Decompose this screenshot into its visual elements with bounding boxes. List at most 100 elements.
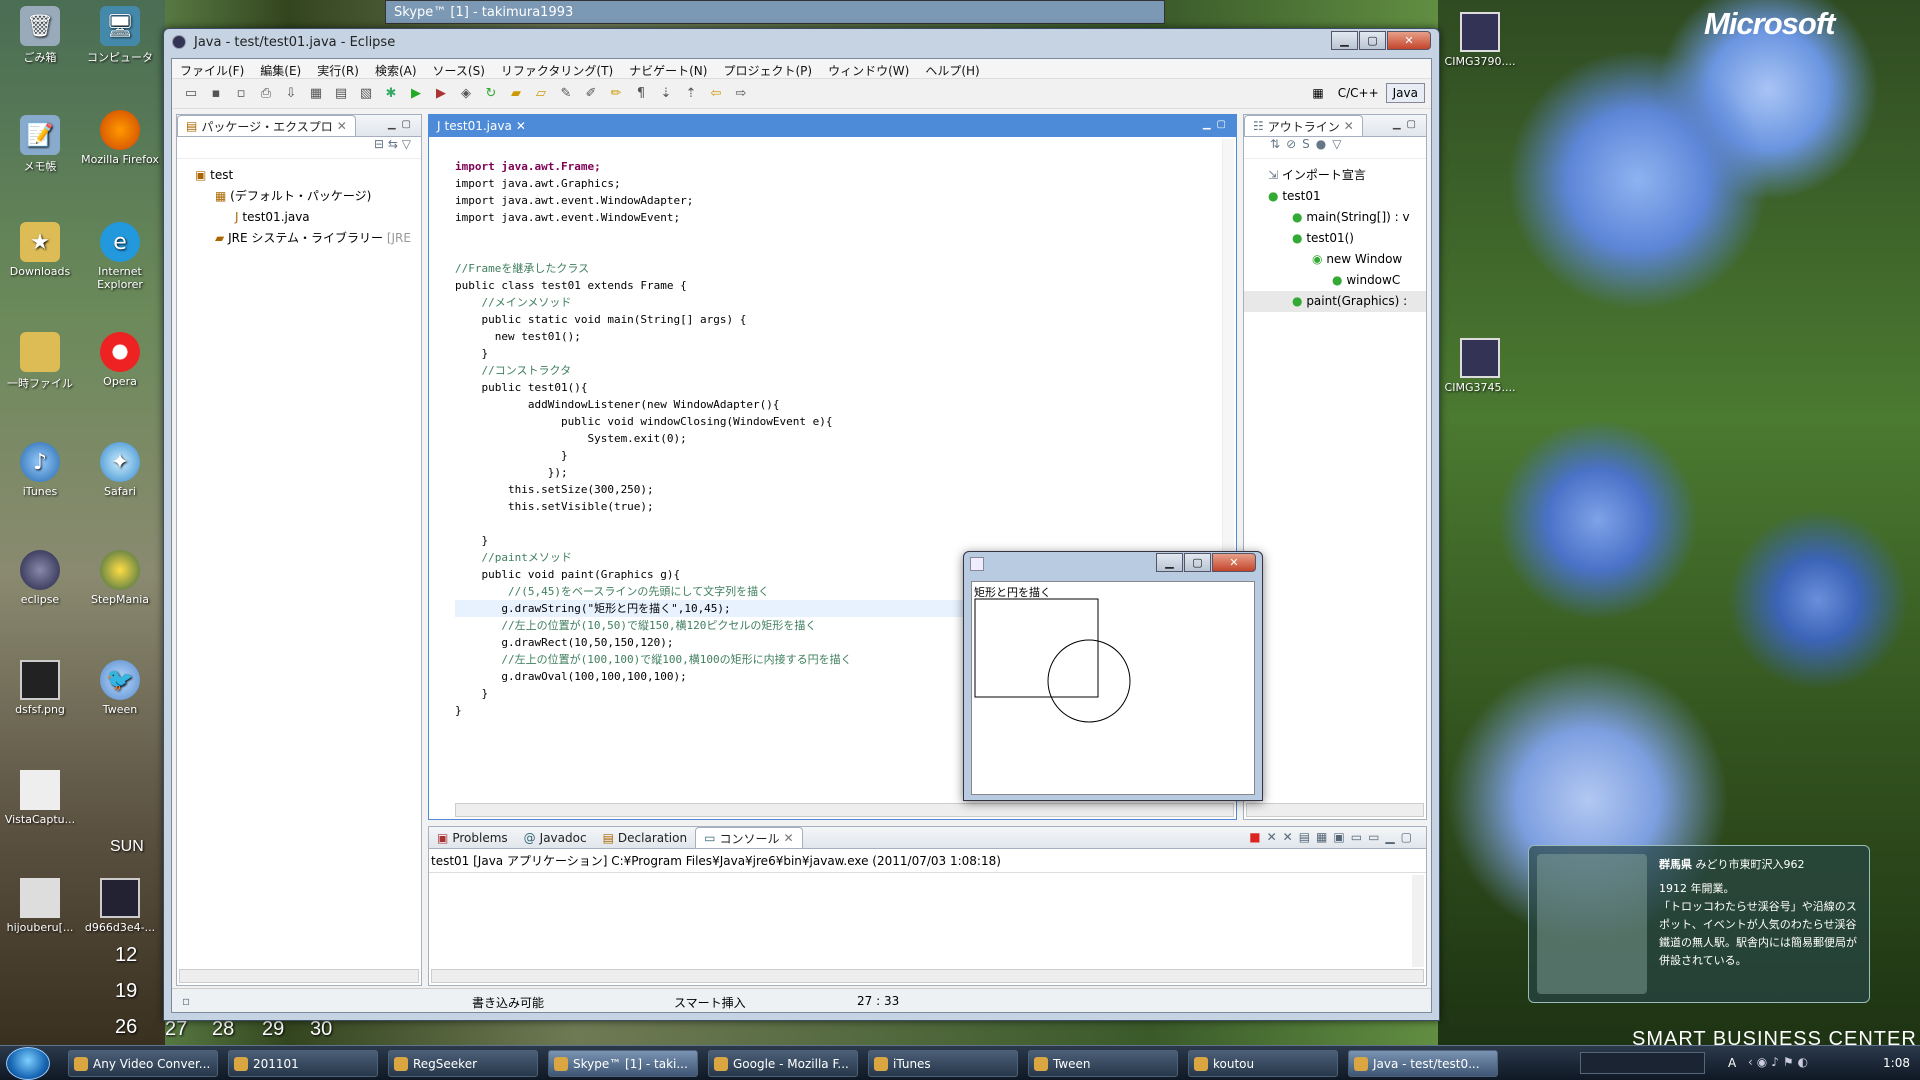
desktop-icon-stepmania[interactable]: StepMania [80, 550, 160, 606]
outline-item-class[interactable]: ● test01 [1244, 186, 1426, 207]
minimize-icon[interactable]: ▁ [1385, 830, 1400, 844]
taskbar-item[interactable]: RegSeeker [388, 1050, 538, 1077]
word-wrap-icon[interactable]: ▦ [1316, 830, 1333, 844]
new-icon[interactable]: ▭ [180, 84, 202, 104]
menu-edit[interactable]: 編集(E) [252, 59, 309, 78]
tab-test01-java[interactable]: Jtest01.java ✕ [429, 115, 534, 136]
taskbar-item[interactable]: Any Video Conver... [68, 1050, 218, 1077]
tray-icons[interactable]: ‹◉♪⚑◐ [1748, 1055, 1812, 1069]
taskbar-item-active[interactable]: Skype™ [1] - taki... [548, 1050, 698, 1077]
tab-console[interactable]: ▭ コンソール ✕ [695, 827, 803, 848]
external-tools-icon[interactable]: ▶ [430, 84, 452, 104]
desktop-icon-itunes[interactable]: ♪ iTunes [0, 442, 80, 498]
horizontal-scrollbar[interactable] [179, 969, 419, 983]
close-icon[interactable]: ✕ [1344, 119, 1354, 133]
taskbar-item[interactable]: iTunes [868, 1050, 1018, 1077]
minimize-button[interactable]: ▁ [1156, 553, 1183, 572]
back-icon[interactable]: ⇦ [705, 84, 727, 104]
hide-nonpublic-icon[interactable]: ● [1316, 137, 1332, 151]
desktop-icon-hijouberu[interactable]: hijouberu[... [0, 878, 80, 934]
java-frame-titlebar[interactable]: ▁ ▢ ✕ [964, 552, 1262, 574]
sort-icon[interactable]: ⇅ [1270, 137, 1286, 151]
view-controls[interactable]: ▁▢ [388, 119, 417, 130]
show-whitespace-icon[interactable]: ¶ [630, 84, 652, 104]
console-vertical-scrollbar[interactable] [1412, 875, 1424, 967]
menu-search[interactable]: 検索(A) [367, 59, 425, 78]
debug-icon[interactable]: ✱ [380, 84, 402, 104]
new-java-project-icon[interactable]: ▦ [305, 84, 327, 104]
ime-mode[interactable]: A [1728, 1056, 1736, 1070]
maximize-icon[interactable]: ▢ [1401, 830, 1418, 844]
maximize-button[interactable]: ▢ [1184, 553, 1211, 572]
open-folder-icon[interactable]: ▰ [505, 84, 527, 104]
console-output[interactable] [429, 875, 1412, 967]
terminate-icon[interactable]: ■ [1249, 830, 1266, 844]
tab-declaration[interactable]: ▤ Declaration [595, 827, 696, 848]
save-all-icon[interactable]: ▫ [230, 84, 252, 104]
mark-occurrences-icon[interactable]: ✏ [605, 84, 627, 104]
eclipse-window[interactable]: Java - test/test01.java - Eclipse ▁ ▢ ✕ … [163, 28, 1440, 1021]
outline-horizontal-scrollbar[interactable] [1246, 803, 1424, 817]
taskbar-item[interactable]: Google - Mozilla F... [708, 1050, 858, 1077]
prev-annotation-icon[interactable]: ⇡ [680, 84, 702, 104]
desktop-icon-ie[interactable]: e Internet Explorer [80, 222, 160, 291]
eclipse-titlebar[interactable]: Java - test/test01.java - Eclipse ▁ ▢ ✕ [164, 29, 1439, 55]
perspective-java[interactable]: Java [1385, 83, 1425, 103]
desktop-icon-firefox[interactable]: Mozilla Firefox [80, 110, 160, 166]
taskbar-item[interactable]: koutou [1188, 1050, 1338, 1077]
skype-window-title[interactable]: Skype™ [1] - takimura1993 [385, 0, 1165, 24]
tree-item-jre-library[interactable]: ▰ JRE システム・ライブラリー [JRE [177, 228, 421, 249]
outline-item-main[interactable]: ● main(String[]) : v [1244, 207, 1426, 228]
hide-static-icon[interactable]: S [1302, 137, 1316, 151]
remove-all-icon[interactable]: ✕ [1283, 830, 1299, 844]
desktop-icon-cimg3790[interactable]: CIMG3790.... [1440, 12, 1520, 68]
editor-horizontal-scrollbar[interactable] [455, 803, 1234, 817]
new-class-icon[interactable]: ▧ [355, 84, 377, 104]
desktop-icon-d966d3e4[interactable]: d966d3e4-... [80, 878, 160, 934]
next-annotation-icon[interactable]: ⇣ [655, 84, 677, 104]
new-package-icon[interactable]: ▤ [330, 84, 352, 104]
desktop-icon-downloads[interactable]: ★ Downloads [0, 222, 80, 278]
taskbar-item-active[interactable]: Java - test/test0... [1348, 1050, 1498, 1077]
display-console-icon[interactable]: ▭ [1368, 830, 1385, 844]
desktop-icon-opera[interactable]: Opera [80, 332, 160, 388]
refresh-icon[interactable]: ↻ [480, 84, 502, 104]
view-menu-icon[interactable]: ▽ [1332, 137, 1347, 151]
collapse-all-icon[interactable]: ⊟ [374, 137, 384, 151]
minimize-button[interactable]: ▁ [1331, 31, 1358, 50]
close-button[interactable]: ✕ [1212, 553, 1256, 572]
desktop-icon-cimg3745[interactable]: CIMG3745.... [1440, 338, 1520, 394]
tree-item-default-package[interactable]: ▦ (デフォルト・パッケージ) [177, 186, 421, 207]
desktop-icon-safari[interactable]: ✦ Safari [80, 442, 160, 498]
desktop-icon-notepad[interactable]: 📝 メモ帳 [0, 115, 80, 174]
desktop-icon-vistacapture[interactable]: VistaCaptu... [0, 770, 80, 826]
scroll-lock-icon[interactable]: ▤ [1299, 830, 1316, 844]
menu-run[interactable]: 実行(R) [309, 59, 367, 78]
language-bar[interactable] [1580, 1052, 1705, 1074]
console-horizontal-scrollbar[interactable] [431, 969, 1424, 983]
desktop-icon-tween[interactable]: 🐦 Tween [80, 660, 160, 716]
java-frame-window[interactable]: ▁ ▢ ✕ 矩形と円を描く [963, 551, 1263, 801]
open-type-icon[interactable]: ◈ [455, 84, 477, 104]
tab-package-explorer[interactable]: ▤ パッケージ・エクスプロ ✕ [177, 115, 356, 136]
open-resource-icon[interactable]: ▱ [530, 84, 552, 104]
annotation-icon[interactable]: ✐ [580, 84, 602, 104]
menu-project[interactable]: プロジェクト(P) [715, 59, 820, 78]
desktop-icon-temp-folder[interactable]: 一時ファイル [0, 332, 80, 391]
close-icon[interactable]: ✕ [516, 119, 526, 133]
view-controls[interactable]: ▁▢ [1393, 119, 1422, 130]
clock[interactable]: 1:08 [1883, 1056, 1910, 1070]
link-editor-icon[interactable]: ⇆ [388, 137, 398, 151]
perspective-cpp[interactable]: C/C++ [1331, 83, 1386, 103]
start-button[interactable] [6, 1047, 50, 1080]
taskbar-item[interactable]: Tween [1028, 1050, 1178, 1077]
menu-window[interactable]: ウィンドウ(W) [820, 59, 917, 78]
tab-problems[interactable]: ▣ Problems [429, 827, 516, 848]
outline-item-paint[interactable]: ● paint(Graphics) : [1244, 291, 1426, 312]
close-icon[interactable]: ✕ [783, 831, 793, 845]
open-console-icon[interactable]: ▭ [1351, 830, 1368, 844]
desktop-icon-dsfsf-png[interactable]: dsfsf.png [0, 660, 80, 716]
tab-javadoc[interactable]: @ Javadoc [516, 827, 595, 848]
forward-icon[interactable]: ⇨ [730, 84, 752, 104]
tree-item-project[interactable]: ▣ test [177, 165, 421, 186]
